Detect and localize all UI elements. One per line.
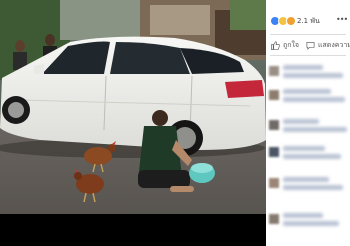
blurred-text — [283, 221, 339, 226]
blurred-text — [283, 213, 323, 218]
divider — [270, 34, 346, 35]
comment-item — [269, 176, 347, 198]
avatar — [269, 178, 279, 188]
blurred-text — [283, 119, 319, 124]
more-dots-icon[interactable]: ••• — [336, 15, 348, 24]
avatar — [269, 120, 279, 130]
comment-button[interactable]: แสดงความคิดเห็น — [306, 40, 350, 51]
blurred-text — [283, 154, 341, 159]
like-button[interactable]: ถูกใจ — [271, 40, 299, 51]
blurred-text — [283, 89, 331, 94]
thumbs-up-icon — [271, 41, 280, 50]
comment-label: แสดงความคิดเห็น — [318, 41, 350, 49]
avatar — [269, 90, 279, 100]
avatar — [269, 66, 279, 76]
reaction-icons[interactable] — [270, 14, 296, 28]
blurred-text — [283, 97, 345, 102]
post-sidebar: 2.1 พัน ••• ถูกใจ แสดงความคิดเห็น — [266, 0, 350, 246]
reaction-count[interactable]: 2.1 พัน — [297, 16, 320, 27]
blurred-text — [283, 185, 343, 190]
comment-item — [269, 64, 347, 86]
blurred-text — [283, 146, 325, 151]
comment-item — [269, 212, 347, 234]
wow-reaction-icon — [286, 16, 296, 26]
blurred-text — [283, 177, 329, 182]
photo-scene — [0, 0, 266, 214]
comment-item — [269, 145, 347, 167]
blurred-text — [283, 73, 343, 78]
comment-item — [269, 118, 347, 140]
comment-icon — [306, 41, 315, 50]
blurred-text — [283, 127, 347, 132]
comment-item — [269, 88, 347, 110]
like-label: ถูกใจ — [283, 41, 299, 49]
divider — [270, 55, 346, 56]
photo-viewer-bottom-bar — [0, 214, 266, 246]
blurred-text — [283, 65, 323, 70]
avatar — [269, 214, 279, 224]
avatar — [269, 147, 279, 157]
post-photo[interactable] — [0, 0, 266, 214]
facebook-photo-viewer: 2.1 พัน ••• ถูกใจ แสดงความคิดเห็น — [0, 0, 350, 246]
